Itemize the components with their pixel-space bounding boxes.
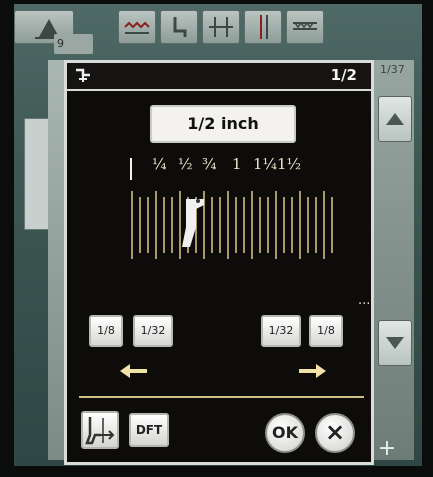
move-left-eighth-button[interactable]: 1/8 [89,315,123,347]
arrow-right-icon [299,364,326,378]
scale-label-half: ½ [178,155,193,173]
move-left-thirtysecond-button[interactable]: 1/32 [133,315,173,347]
scroll-down-button[interactable] [378,320,412,366]
cancel-button[interactable]: × [315,413,355,453]
triangle-down-icon [386,337,404,349]
seam-scale: ¼ ½ ¾ 1 1¼ 1½ ... [122,155,370,308]
stitch-tool-icon [286,10,324,44]
background-toolbar: 9 [14,10,344,54]
background-page-indicator: 1/37 [380,63,405,76]
scale-label-one-quarter: 1¼ [253,155,278,173]
default-button[interactable]: DFT [129,413,169,447]
dialog-title-bar: 1/2 [67,63,371,91]
arrow-left-icon [120,364,147,378]
plus-icon[interactable]: + [374,436,400,462]
presser-foot-marker-icon [182,199,204,247]
seam-guide-dialog: 1/2 1/2 inch ¼ ½ ¾ 1 1¼ 1½ ... 1/8 1/32 … [64,60,374,465]
foot-alignment-icon [85,417,115,445]
scale-label-one: 1 [232,155,242,173]
background-badge: 9 [54,34,93,54]
scroll-up-button[interactable] [378,96,412,142]
scale-continuation: ... [358,293,371,308]
dialog-page-indicator: 1/2 [330,66,357,84]
ok-button[interactable]: OK [265,413,305,453]
needle-tool-icon [244,10,282,44]
scale-label-three-quarter: ¾ [202,155,217,173]
dialog-divider [79,396,364,398]
tension-tool-icon [202,10,240,44]
move-right-eighth-button[interactable]: 1/8 [309,315,343,347]
needle-icon [130,158,132,180]
scale-lines [131,191,333,259]
seam-width-value: 1/2 inch [150,105,296,143]
triangle-up-icon [386,113,404,125]
scale-label-quarter: ¼ [152,155,167,173]
foot-tool-icon [160,10,198,44]
move-right-thirtysecond-button[interactable]: 1/32 [261,315,301,347]
presser-foot-icon [76,68,90,82]
feed-dog-tool-icon [118,10,156,44]
scale-label-one-half: 1½ [277,155,302,173]
foot-position-button[interactable] [81,411,119,449]
